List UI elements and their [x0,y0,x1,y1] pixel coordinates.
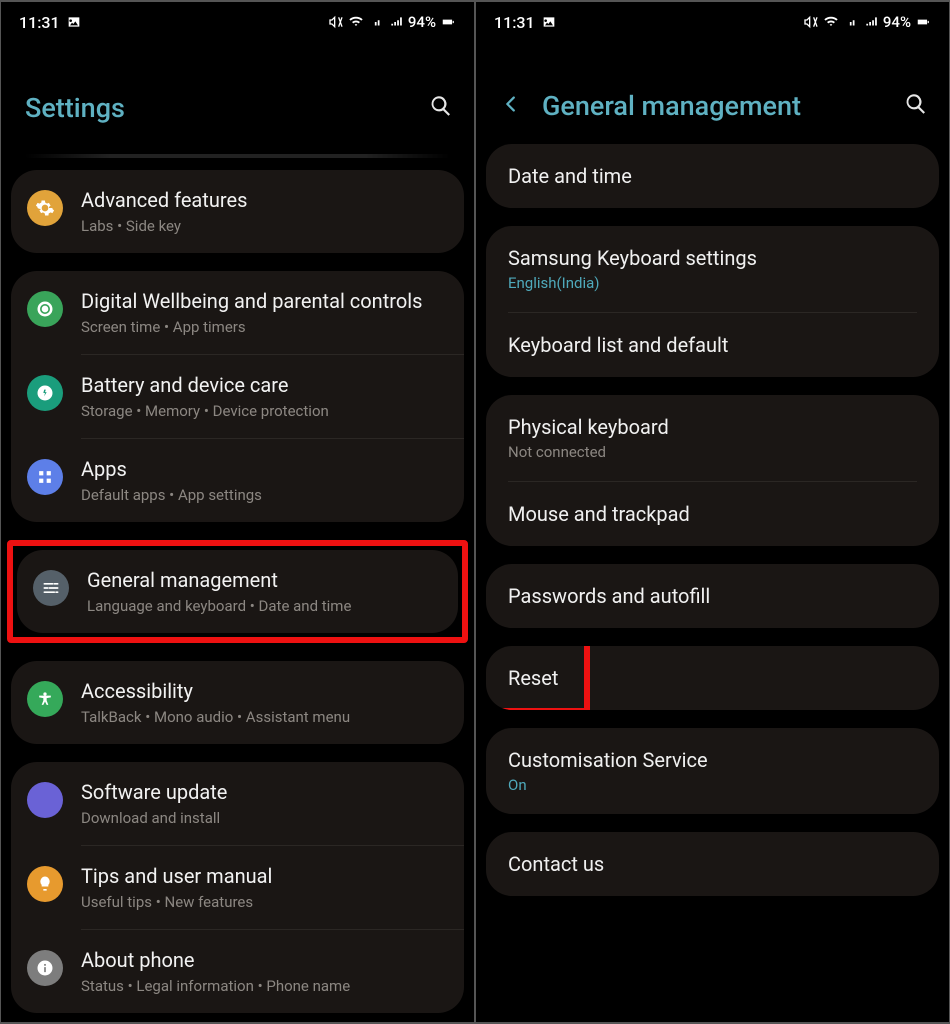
row-sub: Default apps • App settings [81,486,448,504]
row-battery-and-device-care[interactable]: Battery and device care Storage • Memory… [11,355,464,438]
card: Contact us [486,832,939,896]
status-bar: 11:31 94% [476,2,949,42]
row-customisation-service[interactable]: Customisation Service On [486,728,939,814]
signal-icon [863,14,879,30]
battery-icon [915,14,931,30]
row-label: About phone [81,948,448,973]
row-label: Accessibility [81,679,448,704]
card: Customisation Service On [486,728,939,814]
status-time: 11:31 [19,13,60,32]
row-about-phone[interactable]: About phone Status • Legal information •… [11,930,464,1013]
row-passwords-and-autofill[interactable]: Passwords and autofill [486,564,939,628]
row-sub: Labs • Side key [81,217,448,235]
settings-panel: 11:31 94% Settings [1,2,474,1022]
row-label: Keyboard list and default [508,333,917,357]
row-date-and-time[interactable]: Date and time [486,144,939,208]
gm-header: General management [476,42,949,144]
info-icon [27,950,63,986]
accessibility-icon [27,681,63,717]
status-battery-pct: 94% [408,13,436,31]
row-reset[interactable]: Reset [486,646,939,710]
row-label: Reset [508,666,917,690]
gear-icon [27,190,63,226]
card: Digital Wellbeing and parental controls … [11,271,464,522]
row-advanced-features[interactable]: Advanced features Labs • Side key [11,170,464,253]
search-icon[interactable] [428,93,454,123]
download-icon [27,782,63,818]
signal-icon [843,14,859,30]
mute-vibrate-icon [803,14,819,30]
row-sub: Screen time • App timers [81,318,448,336]
card: Software update Download and install Tip… [11,762,464,1013]
row-label: Physical keyboard [508,415,917,439]
page-title: General management [542,90,801,122]
battery-care-icon [27,375,63,411]
sliders-icon [33,570,69,606]
row-label: Tips and user manual [81,864,448,889]
status-bar: 11:31 94% [1,2,474,42]
image-icon [66,14,82,30]
card: Samsung Keyboard settings English(India)… [486,226,939,377]
settings-header: Settings [1,42,474,154]
apps-grid-icon [27,459,63,495]
wellbeing-icon [27,291,63,327]
row-sub: Storage • Memory • Device protection [81,402,448,420]
status-time: 11:31 [494,13,535,32]
row-label: Battery and device care [81,373,448,398]
row-accessibility[interactable]: Accessibility TalkBack • Mono audio • As… [11,661,464,744]
row-sub: English(India) [508,274,917,292]
page-title: Settings [25,92,125,124]
row-label: Advanced features [81,188,448,213]
row-label: Contact us [508,852,917,876]
row-label: General management [87,568,442,593]
highlight-box: General management Language and keyboard… [7,540,468,643]
search-icon[interactable] [903,91,929,121]
mute-vibrate-icon [328,14,344,30]
row-physical-keyboard[interactable]: Physical keyboard Not connected [486,395,939,481]
row-label: Mouse and trackpad [508,502,917,526]
signal-icon [388,14,404,30]
status-battery-pct: 94% [883,13,911,31]
back-button[interactable] [500,93,522,119]
row-contact-us[interactable]: Contact us [486,832,939,896]
row-label: Date and time [508,164,917,188]
row-label: Digital Wellbeing and parental controls [81,289,448,314]
row-digital-wellbeing-and-parental-controls[interactable]: Digital Wellbeing and parental controls … [11,271,464,354]
row-label: Customisation Service [508,748,917,772]
row-sub: Language and keyboard • Date and time [87,597,442,615]
card: Accessibility TalkBack • Mono audio • As… [11,661,464,744]
card: Reset [486,646,939,710]
signal-icon [368,14,384,30]
battery-icon [440,14,456,30]
row-samsung-keyboard-settings[interactable]: Samsung Keyboard settings English(India) [486,226,939,312]
row-keyboard-list-and-default[interactable]: Keyboard list and default [486,313,939,377]
row-software-update[interactable]: Software update Download and install [11,762,464,845]
wifi-icon [823,14,839,30]
bulb-icon [27,866,63,902]
card: Date and time [486,144,939,208]
row-general-management[interactable]: General management Language and keyboard… [17,550,458,633]
row-label: Apps [81,457,448,482]
row-label: Samsung Keyboard settings [508,246,917,270]
row-tips-and-user-manual[interactable]: Tips and user manual Useful tips • New f… [11,846,464,929]
row-sub: Useful tips • New features [81,893,448,911]
wifi-icon [348,14,364,30]
row-sub: Download and install [81,809,448,827]
row-sub: Not connected [508,443,917,461]
card: General management Language and keyboard… [17,550,458,633]
card: Advanced features Labs • Side key [11,170,464,253]
image-icon [541,14,557,30]
row-sub: TalkBack • Mono audio • Assistant menu [81,708,448,726]
card: Physical keyboard Not connected Mouse an… [486,395,939,546]
general-mgmt-panel: 11:31 94% [476,2,949,1022]
row-sub: On [508,776,917,794]
row-label: Passwords and autofill [508,584,917,608]
row-sub: Status • Legal information • Phone name [81,977,448,995]
row-label: Software update [81,780,448,805]
scroll-indicator [25,154,450,158]
row-apps[interactable]: Apps Default apps • App settings [11,439,464,522]
card: Passwords and autofill [486,564,939,628]
row-mouse-and-trackpad[interactable]: Mouse and trackpad [486,482,939,546]
